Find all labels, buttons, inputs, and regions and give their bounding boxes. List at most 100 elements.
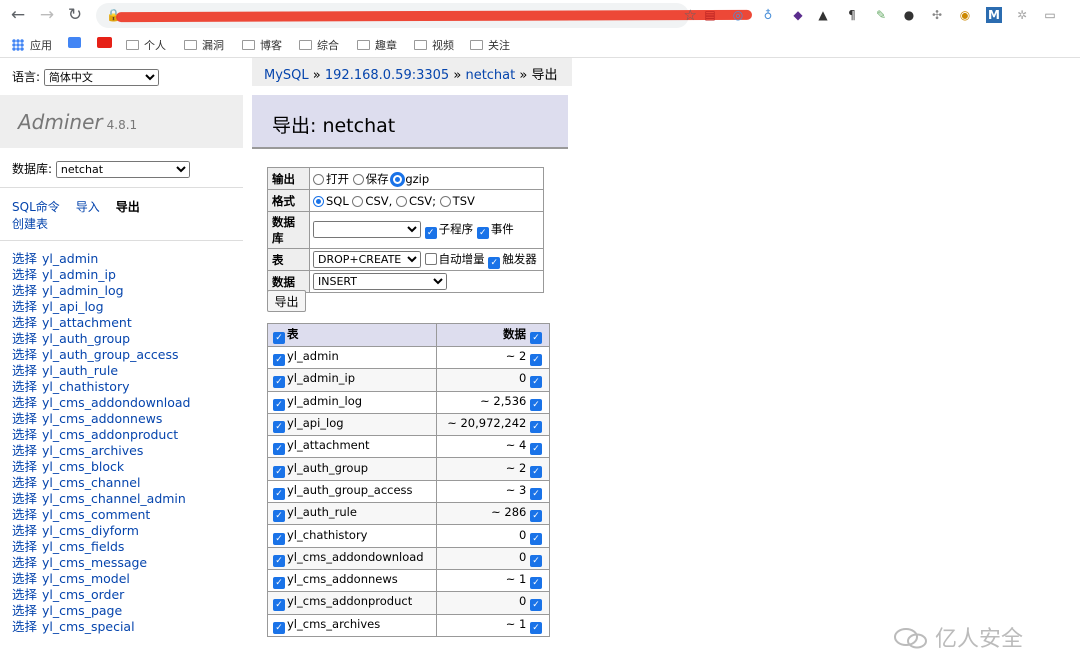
select-table-link[interactable]: 选择 (12, 331, 37, 346)
table-structure-link[interactable]: yl_cms_block (42, 459, 124, 474)
import-link[interactable]: 导入 (76, 200, 100, 214)
table-structure-link[interactable]: yl_cms_channel_admin (42, 491, 186, 506)
data-checkbox[interactable]: ✓ (530, 599, 542, 612)
export-button[interactable]: 导出 (267, 290, 306, 312)
table-structure-link[interactable]: yl_cms_order (42, 587, 124, 602)
select-all-data-checkbox[interactable]: ✓ (530, 332, 542, 344)
table-structure-link[interactable]: yl_cms_special (42, 619, 135, 634)
format-sql-radio[interactable]: SQL (313, 194, 349, 208)
table-structure-link[interactable]: yl_chathistory (42, 379, 129, 394)
window-extension-icon[interactable]: ▭ (1042, 7, 1058, 23)
select-table-link[interactable]: 选择 (12, 571, 37, 586)
data-checkbox[interactable]: ✓ (530, 487, 542, 500)
m-extension-icon[interactable]: M (986, 7, 1002, 23)
gear-extension-icon[interactable]: ✲ (1014, 7, 1030, 23)
output-open-radio[interactable]: 打开 (313, 172, 349, 186)
database-mode-select[interactable] (313, 221, 421, 238)
select-table-link[interactable]: 选择 (12, 267, 37, 282)
table-structure-link[interactable]: yl_cms_model (42, 571, 130, 586)
badge-extension-icon[interactable]: ◆ (790, 7, 806, 23)
select-table-link[interactable]: 选择 (12, 603, 37, 618)
select-table-link[interactable]: 选择 (12, 523, 37, 538)
select-table-link[interactable]: 选择 (12, 299, 37, 314)
data-checkbox[interactable]: ✓ (530, 421, 542, 434)
select-table-link[interactable]: 选择 (12, 315, 37, 330)
data-checkbox[interactable]: ✓ (530, 443, 542, 456)
table-checkbox[interactable]: ✓ (273, 398, 285, 411)
export-link[interactable]: 导出 (116, 200, 140, 214)
select-table-link[interactable]: 选择 (12, 251, 37, 266)
data-checkbox[interactable]: ✓ (530, 554, 542, 567)
table-checkbox[interactable]: ✓ (273, 487, 285, 500)
breadcrumb-server[interactable]: 192.168.0.59:3305 (325, 68, 449, 83)
format-tsv-radio[interactable]: TSV (439, 194, 475, 208)
table-structure-link[interactable]: yl_auth_rule (42, 363, 118, 378)
format-csv-semicolon-radio[interactable]: CSV; (395, 194, 436, 208)
select-table-link[interactable]: 选择 (12, 347, 37, 362)
bookmark-folder-vuln[interactable]: 漏洞 (184, 37, 224, 53)
bookmark-folder-fun[interactable]: 趣章 (357, 37, 397, 53)
sql-command-link[interactable]: SQL命令 (12, 200, 60, 214)
table-structure-link[interactable]: yl_cms_channel (42, 475, 140, 490)
table-structure-link[interactable]: yl_attachment (42, 315, 132, 330)
pin-extension-icon[interactable]: ♁ (760, 7, 776, 23)
flag-extension-icon[interactable]: ▤ (702, 7, 718, 23)
data-checkbox[interactable]: ✓ (530, 577, 542, 590)
table-structure-link[interactable]: yl_api_log (42, 299, 104, 314)
puzzle-extension-icon[interactable]: ✣ (929, 7, 945, 23)
bookmark-star-icon[interactable]: ☆ (684, 6, 697, 24)
bookmark-folder-follow[interactable]: 关注 (470, 37, 510, 53)
create-table-link[interactable]: 创建表 (12, 217, 48, 231)
github-extension-icon[interactable]: ● (901, 7, 917, 23)
breadcrumb-driver[interactable]: MySQL (264, 68, 309, 83)
select-table-link[interactable]: 选择 (12, 539, 37, 554)
select-table-link[interactable]: 选择 (12, 363, 37, 378)
table-structure-link[interactable]: yl_admin (42, 251, 98, 266)
select-table-link[interactable]: 选择 (12, 459, 37, 474)
forward-icon[interactable]: → (36, 4, 58, 26)
select-table-link[interactable]: 选择 (12, 443, 37, 458)
data-checkbox[interactable]: ✓ (530, 465, 542, 478)
bookmark-apps[interactable]: 应用 (12, 37, 52, 53)
table-checkbox[interactable]: ✓ (273, 354, 285, 367)
format-csv-comma-radio[interactable]: CSV, (352, 194, 392, 208)
table-structure-link[interactable]: yl_auth_group (42, 331, 130, 346)
select-table-link[interactable]: 选择 (12, 395, 37, 410)
routines-checkbox[interactable]: ✓ 子程序 (424, 222, 473, 239)
auto-increment-checkbox[interactable]: 自动增量 (424, 252, 485, 266)
table-structure-link[interactable]: yl_cms_addondownload (42, 395, 190, 410)
table-checkbox[interactable]: ✓ (273, 376, 285, 389)
database-select[interactable]: netchat (55, 161, 190, 178)
output-gzip-radio[interactable]: gzip (392, 172, 429, 186)
language-select[interactable]: 简体中文 (43, 69, 159, 86)
table-structure-link[interactable]: yl_auth_group_access (42, 347, 178, 362)
bookmark-folder-general[interactable]: 综合 (299, 37, 339, 53)
table-structure-link[interactable]: yl_cms_addonproduct (42, 427, 178, 442)
select-table-link[interactable]: 选择 (12, 427, 37, 442)
table-checkbox[interactable]: ✓ (273, 443, 285, 456)
data-checkbox[interactable]: ✓ (530, 532, 542, 545)
select-table-link[interactable]: 选择 (12, 491, 37, 506)
cookie-extension-icon[interactable]: ◉ (957, 7, 973, 23)
table-checkbox[interactable]: ✓ (273, 554, 285, 567)
table-structure-link[interactable]: yl_cms_archives (42, 443, 143, 458)
select-table-link[interactable]: 选择 (12, 619, 37, 634)
circle-extension-icon[interactable]: ◎ (730, 7, 746, 23)
leaf-extension-icon[interactable]: ✎ (873, 7, 889, 23)
table-structure-link[interactable]: yl_cms_addonnews (42, 411, 162, 426)
select-table-link[interactable]: 选择 (12, 411, 37, 426)
table-checkbox[interactable]: ✓ (273, 577, 285, 590)
table-checkbox[interactable]: ✓ (273, 421, 285, 434)
select-table-link[interactable]: 选择 (12, 475, 37, 490)
select-table-link[interactable]: 选择 (12, 555, 37, 570)
data-mode-select[interactable]: INSERT (313, 273, 447, 290)
table-checkbox[interactable]: ✓ (273, 532, 285, 545)
table-mode-select[interactable]: DROP+CREATE (313, 250, 421, 268)
table-structure-link[interactable]: yl_admin_ip (42, 267, 116, 282)
data-checkbox[interactable]: ✓ (530, 510, 542, 523)
pilcrow-extension-icon[interactable]: ¶ (844, 7, 860, 23)
table-checkbox[interactable]: ✓ (273, 465, 285, 478)
table-structure-link[interactable]: yl_cms_fields (42, 539, 124, 554)
triggers-checkbox[interactable]: ✓ 触发器 (488, 252, 537, 269)
bookmark-folder-video[interactable]: 视频 (414, 37, 454, 53)
